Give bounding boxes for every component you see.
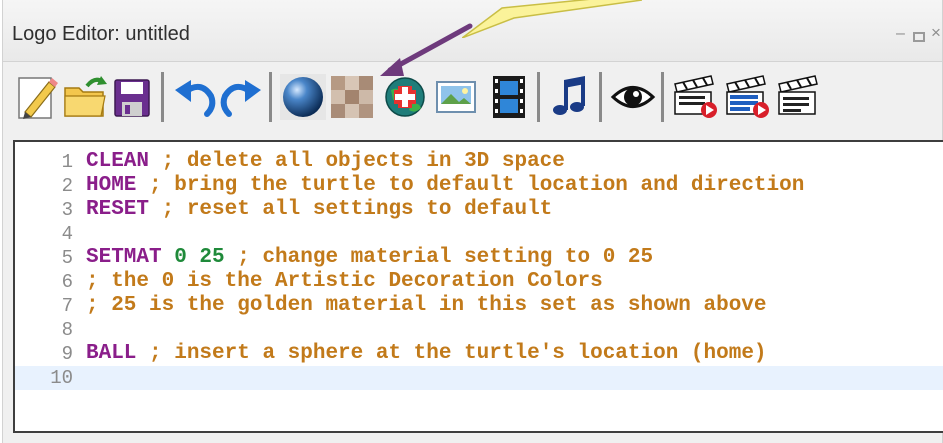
line-number: 4: [61, 223, 73, 245]
sphere-icon: [280, 74, 326, 120]
close-icon[interactable]: ×: [931, 24, 941, 41]
code-line[interactable]: 4: [15, 222, 943, 246]
code-comment: ; change material setting to 0 25: [224, 246, 654, 269]
open-file-button[interactable]: [61, 72, 109, 122]
film-strip-icon: [493, 76, 525, 118]
code-text: ; 25 is the golden material in this set …: [86, 294, 767, 318]
code-keyword: SETMAT: [86, 246, 162, 269]
line-number: 10: [50, 367, 73, 389]
code-line[interactable]: 3 RESET ; reset all settings to default: [15, 198, 943, 222]
new-file-button[interactable]: [13, 72, 61, 122]
code-keyword: HOME: [86, 174, 137, 197]
code-text: CLEAN ; delete all objects in 3D space: [86, 150, 565, 174]
line-number: 6: [61, 271, 73, 293]
code-keyword: BALL: [86, 342, 137, 365]
music-button[interactable]: [547, 72, 595, 122]
clip-2-button[interactable]: [723, 72, 771, 122]
pencil-paper-icon: [18, 77, 58, 119]
code-line[interactable]: 10: [15, 366, 943, 390]
code-editor[interactable]: 1 CLEAN ; delete all objects in 3D space 2…: [13, 140, 943, 433]
save-file-button[interactable]: [109, 72, 157, 122]
code-comment: ; delete all objects in 3D space: [149, 150, 565, 173]
line-number: 8: [61, 319, 73, 341]
callout-arrow: [380, 23, 473, 76]
toolbar-separator: [161, 72, 164, 122]
minimize-icon[interactable]: –: [896, 26, 905, 42]
code-comment: ; bring the turtle to default location a…: [136, 174, 805, 197]
undo-arrow-icon: [175, 80, 216, 117]
code-text: SETMAT 0 25 ; change material setting to…: [86, 246, 653, 270]
code-line[interactable]: 5 SETMAT 0 25 ; change material setting t…: [15, 246, 943, 270]
line-number: 3: [61, 199, 73, 221]
code-line[interactable]: 9 BALL ; insert a sphere at the turtle's …: [15, 342, 943, 366]
line-number: 9: [61, 343, 73, 365]
code-keyword: CLEAN: [86, 150, 150, 173]
toolbar-separator: [661, 72, 664, 122]
code-text: HOME ; bring the turtle to default locat…: [86, 174, 804, 198]
redo-button[interactable]: [217, 72, 265, 122]
clip-1-button[interactable]: [671, 72, 719, 122]
clapperboard-icon: [778, 75, 818, 115]
line-number: 1: [61, 151, 73, 173]
code-comment: ; the 0 is the Artistic Decoration Color…: [86, 270, 603, 293]
code-line[interactable]: 1 CLEAN ; delete all objects in 3D space: [15, 150, 943, 174]
floppy-disk-icon: [114, 79, 150, 117]
code-line[interactable]: 2 HOME ; bring the turtle to default loca…: [15, 174, 943, 198]
folder-arrow-icon: [64, 76, 107, 117]
code-keyword: RESET: [86, 198, 150, 221]
code-comment: ; 25 is the golden material in this set …: [86, 294, 767, 317]
toolbar-separator: [599, 72, 602, 122]
clapperboard-play-icon: [674, 75, 717, 118]
video-button[interactable]: [485, 72, 533, 122]
maximize-icon[interactable]: [913, 32, 925, 42]
code-text: RESET ; reset all settings to default: [86, 198, 552, 222]
code-comment: ; reset all settings to default: [149, 198, 553, 221]
line-number: 5: [61, 247, 73, 269]
undo-button[interactable]: [171, 72, 219, 122]
code-line[interactable]: 7 ; 25 is the golden material in this set…: [15, 294, 943, 318]
toolbar-separator: [269, 72, 272, 122]
code-text: BALL ; insert a sphere at the turtle's l…: [86, 342, 767, 366]
music-note-icon: [553, 76, 585, 115]
code-number: 0 25: [161, 246, 225, 269]
code-text: ; the 0 is the Artistic Decoration Color…: [86, 270, 603, 294]
redo-arrow-icon: [220, 80, 261, 117]
code-line[interactable]: 8: [15, 318, 943, 342]
eye-icon: [610, 86, 656, 108]
view-button[interactable]: [609, 72, 657, 122]
toolbar-separator: [537, 72, 540, 122]
window-title: Logo Editor: untitled: [12, 23, 190, 45]
code-comment: ; insert a sphere at the turtle's locati…: [136, 342, 767, 365]
clip-3-button[interactable]: [775, 72, 823, 122]
callout-bubble: [462, 0, 642, 38]
material-button[interactable]: [279, 72, 327, 122]
code-line[interactable]: 6 ; the 0 is the Artistic Decoration Colo…: [15, 270, 943, 294]
clapperboard-list-icon: [726, 75, 769, 118]
line-number: 2: [61, 175, 73, 197]
line-number: 7: [61, 295, 73, 317]
